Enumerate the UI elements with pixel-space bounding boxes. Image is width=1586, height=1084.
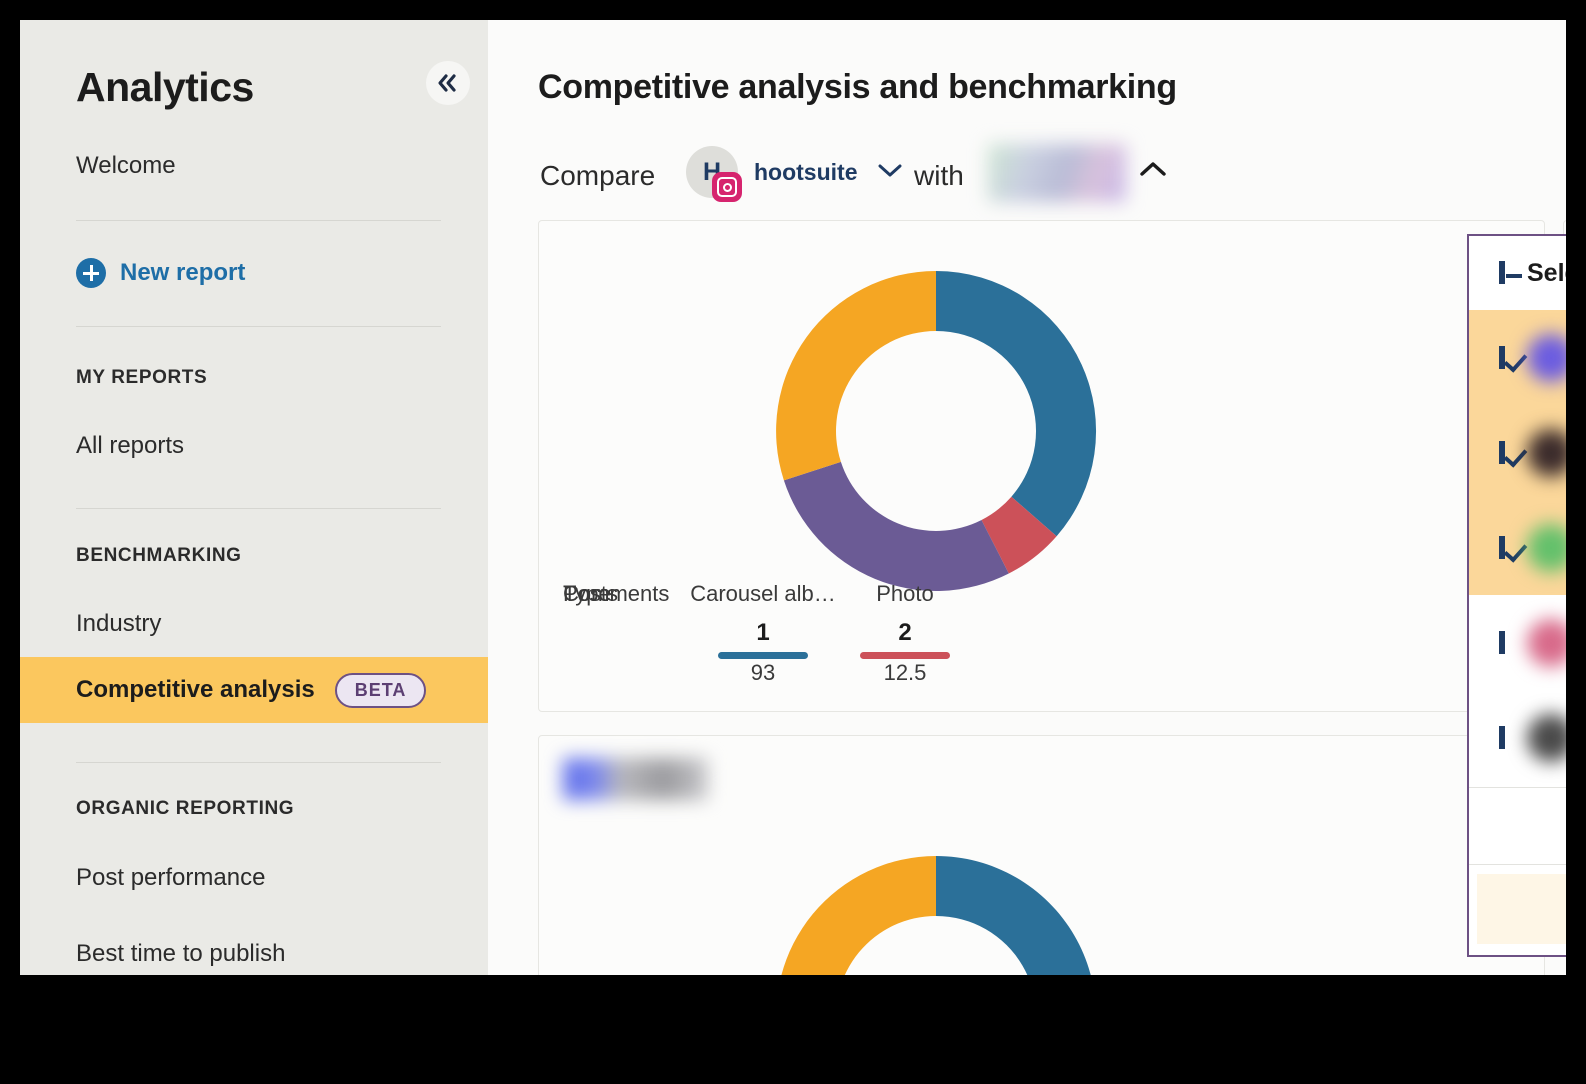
divider: [1469, 864, 1566, 865]
list-item[interactable]: [1469, 690, 1566, 785]
sidebar-header: Analytics: [20, 20, 488, 138]
donut-slice-other: [776, 271, 936, 480]
avatar: H: [686, 146, 738, 198]
list-item[interactable]: [1469, 500, 1566, 595]
chevron-up-icon[interactable]: [1136, 158, 1170, 185]
donut-slice-video: [784, 462, 1009, 591]
screenshot-root: Analytics Welcome New report MY REPORTS …: [0, 0, 1586, 1084]
sidebar-section-benchmarking: BENCHMARKING: [76, 545, 242, 567]
competitor-checkbox[interactable]: [1499, 444, 1505, 462]
avatar: [1527, 429, 1566, 477]
table-row-label: Comments: [563, 581, 669, 607]
sidebar-item-label: Industry: [76, 610, 161, 638]
account-name: hootsuite: [754, 159, 858, 186]
sidebar-collapse-button[interactable]: [426, 61, 470, 105]
competitor-checkbox[interactable]: [1499, 729, 1505, 747]
sidebar-title: Analytics: [76, 64, 254, 111]
table-bar: [718, 652, 808, 659]
sidebar-item-label: Best time to publish: [76, 940, 285, 968]
donut-chart-1: [691, 231, 1181, 631]
sidebar-section-organic-reporting: ORGANIC REPORTING: [76, 798, 294, 820]
analytics-app: Analytics Welcome New report MY REPORTS …: [20, 20, 1566, 975]
sidebar-divider: [76, 508, 441, 509]
chevron-down-icon: [876, 161, 904, 184]
list-item[interactable]: [1469, 595, 1566, 690]
avatar: [1527, 714, 1566, 762]
sidebar-section-my-reports: MY REPORTS: [76, 367, 207, 389]
sidebar-divider: [76, 762, 441, 763]
new-report-label: New report: [120, 259, 245, 287]
donut-slice-carousel: [936, 856, 1096, 975]
sidebar-item-best-time-to-publish[interactable]: Best time to publish: [20, 928, 488, 975]
sidebar-item-label: Post performance: [76, 864, 265, 892]
account-selector[interactable]: H hootsuite: [686, 146, 904, 198]
chart-table-1: Type Posts Comments Carousel alb… 1 93 P…: [563, 581, 1523, 691]
competitor-chip[interactable]: [988, 144, 1126, 202]
sidebar-item-competitive-analysis[interactable]: Competitive analysis BETA: [20, 657, 488, 723]
list-item[interactable]: [1469, 405, 1566, 500]
sidebar-item-label: Welcome: [76, 152, 176, 180]
select-all-label: Select all: [1527, 259, 1566, 288]
sidebar-item-label: All reports: [76, 432, 184, 460]
apply-button[interactable]: Apply: [1477, 874, 1566, 944]
donut-slice-other: [776, 856, 936, 975]
table-cell-comments: 12.5: [815, 660, 995, 686]
competitor-checkbox[interactable]: [1499, 634, 1505, 652]
page-title: Competitive analysis and benchmarking: [538, 68, 1177, 107]
select-all-checkbox[interactable]: [1499, 264, 1505, 282]
new-report-button[interactable]: New report: [76, 258, 245, 288]
sidebar-item-post-performance[interactable]: Post performance: [20, 852, 488, 904]
plus-circle-icon: [76, 258, 106, 288]
select-all-row[interactable]: Select all: [1469, 236, 1566, 310]
sidebar-divider: [76, 220, 441, 221]
manage-competitors-button[interactable]: Manage competitors: [1469, 788, 1566, 862]
with-label: with: [914, 160, 964, 192]
avatar: [1527, 524, 1566, 572]
table-cell-posts: 2: [815, 619, 995, 647]
table-cell-type: Photo: [815, 581, 995, 607]
avatar: [1527, 619, 1566, 667]
main-content: Competitive analysis and benchmarking ? …: [488, 20, 1566, 975]
competitor-checkbox[interactable]: [1499, 539, 1505, 557]
sidebar-item-welcome[interactable]: Welcome: [20, 140, 488, 192]
status-badge: BETA: [335, 673, 427, 708]
donut-slice-carousel: [936, 271, 1096, 536]
compare-label: Compare: [540, 160, 655, 192]
donut-chart-2: [691, 816, 1181, 975]
chart-card-2: [538, 735, 1545, 975]
competitor-dropdown: Select all: [1467, 234, 1566, 957]
chart-card-1: Type Posts Comments Carousel alb… 1 93 P…: [538, 220, 1545, 712]
sidebar-item-label: Competitive analysis: [76, 676, 315, 704]
card-title-blurred: [563, 758, 708, 800]
sidebar-item-all-reports[interactable]: All reports: [20, 420, 488, 472]
instagram-icon: [712, 172, 742, 202]
compare-bar: Compare H hootsuite with: [488, 136, 1566, 222]
avatar: [1527, 334, 1566, 382]
sidebar: Analytics Welcome New report MY REPORTS …: [20, 20, 488, 975]
competitor-checkbox[interactable]: [1499, 349, 1505, 367]
list-item[interactable]: [1469, 310, 1566, 405]
sidebar-item-industry[interactable]: Industry: [20, 598, 488, 650]
sidebar-divider: [76, 326, 441, 327]
chevron-double-left-icon: [435, 72, 461, 94]
table-bar: [860, 652, 950, 659]
